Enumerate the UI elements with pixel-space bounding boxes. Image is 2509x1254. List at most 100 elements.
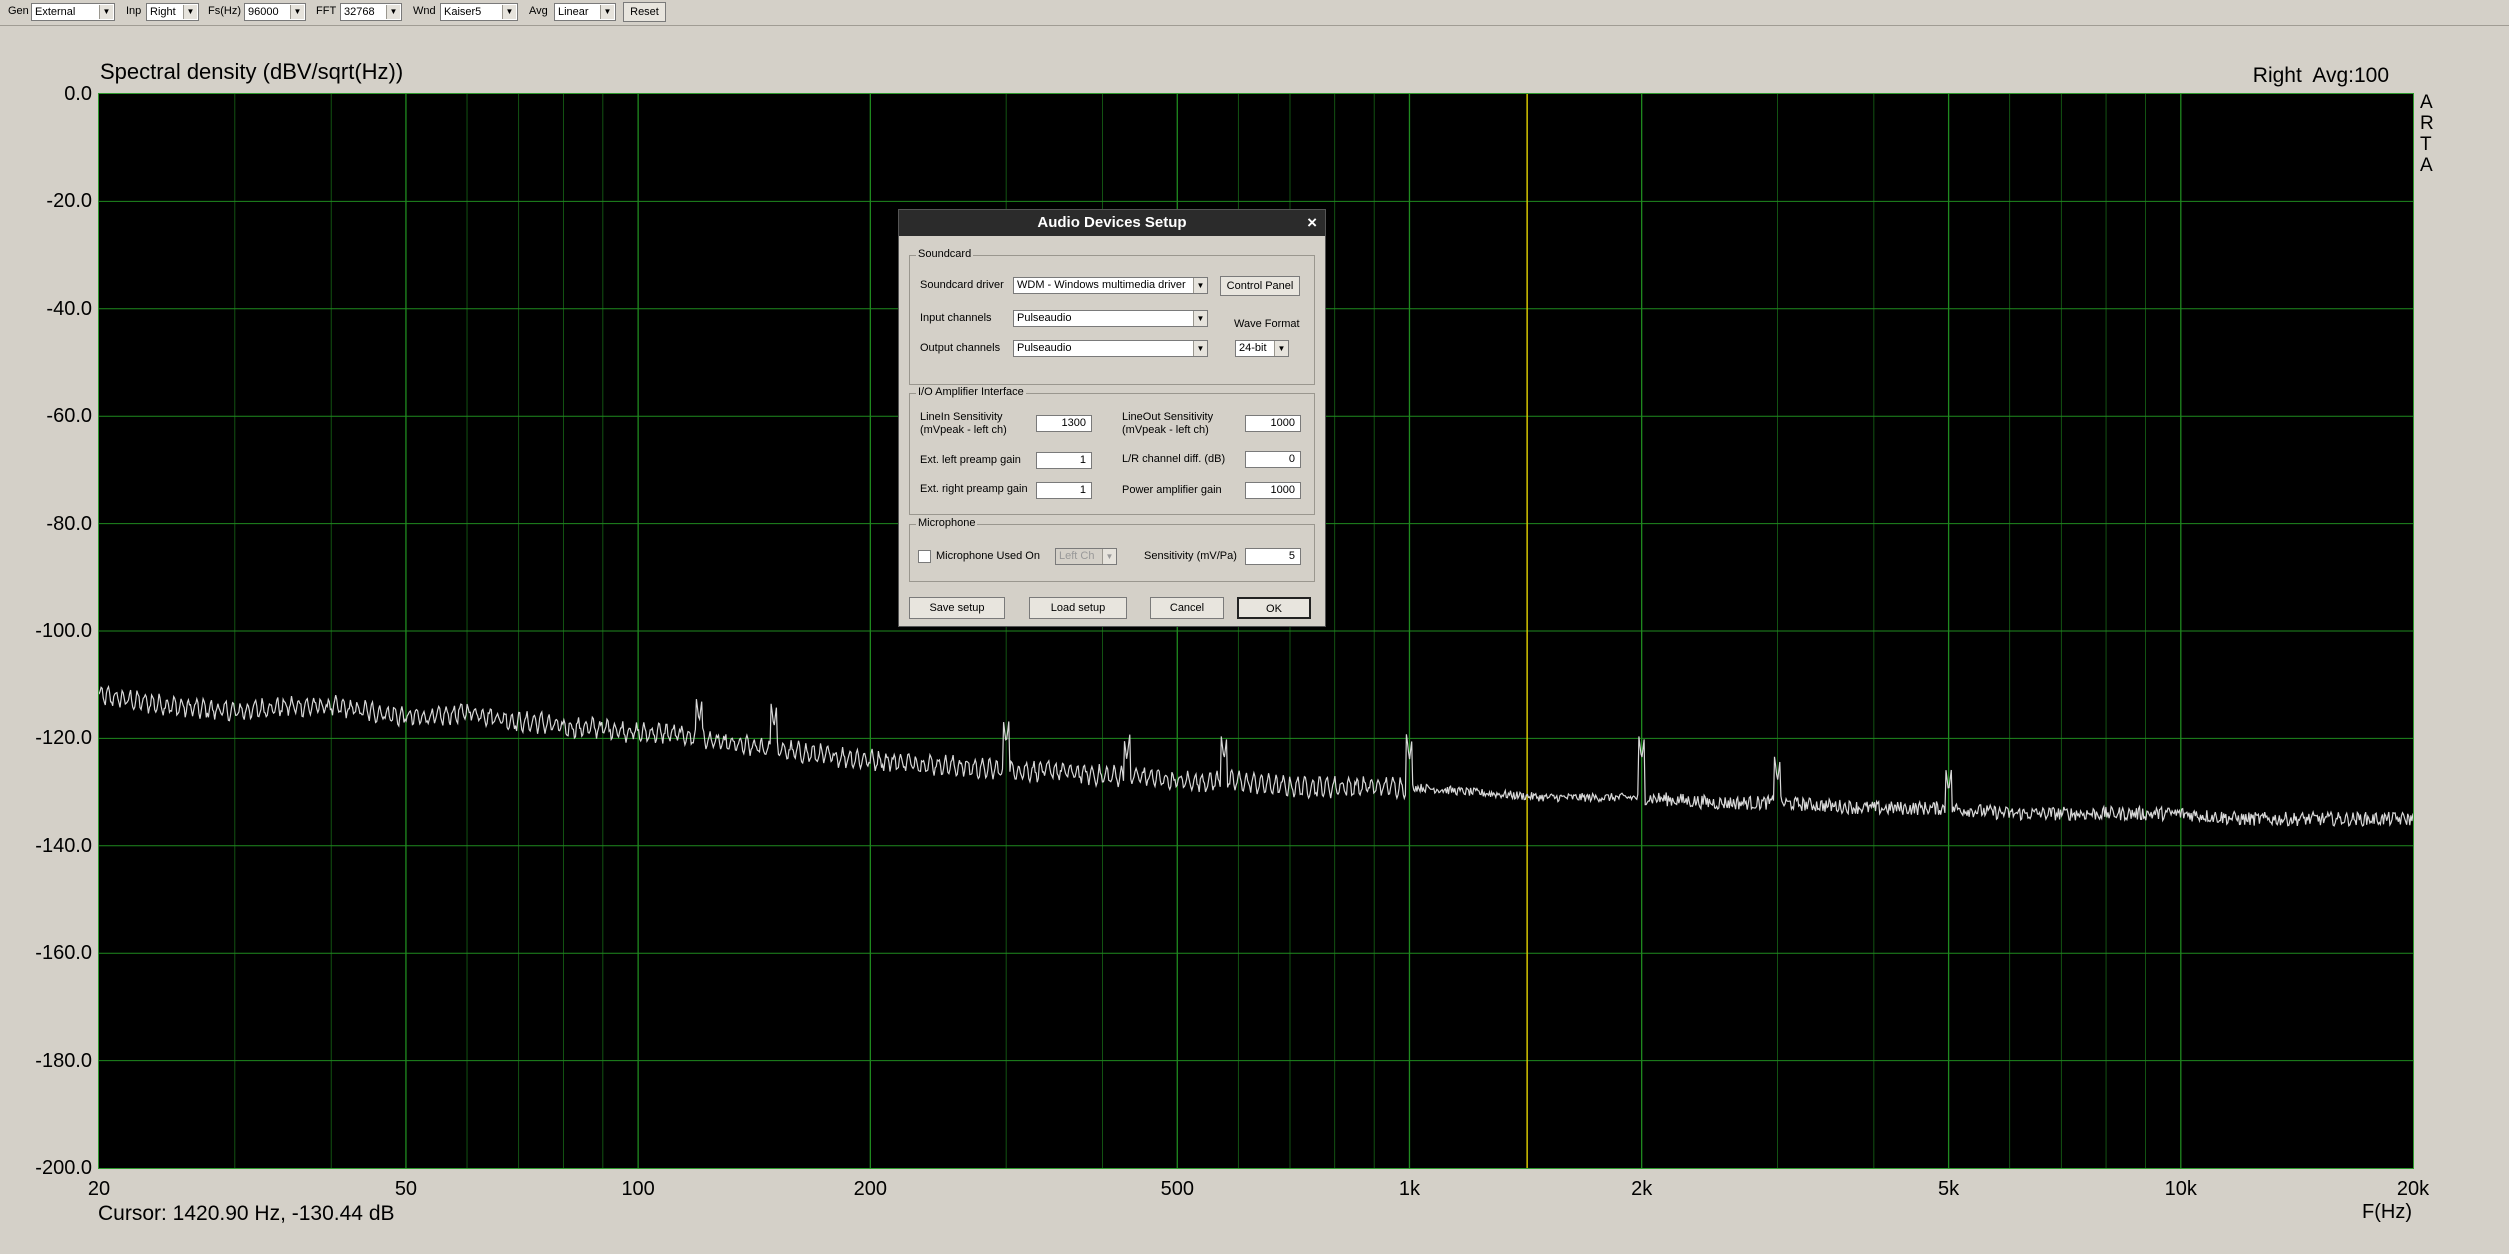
y-tick-label: -200.0 xyxy=(35,1157,92,1179)
soundcard-driver-select[interactable]: WDM - Windows multimedia driver ▼ xyxy=(1013,277,1208,294)
avg-label: Avg xyxy=(529,5,548,17)
ext-left-gain-field[interactable]: 1 xyxy=(1036,452,1092,469)
dialog-title: Audio Devices Setup xyxy=(1037,214,1187,231)
microphone-used-checkbox[interactable] xyxy=(918,550,931,563)
chevron-down-icon: ▼ xyxy=(1274,341,1288,356)
linein-label-line1: LineIn Sensitivity xyxy=(920,411,1003,423)
ext-left-gain-label: Ext. left preamp gain xyxy=(920,454,1021,466)
x-tick-label: 100 xyxy=(621,1178,655,1200)
arta-letter: A xyxy=(2420,92,2433,113)
chevron-down-icon: ▼ xyxy=(99,5,113,19)
y-tick-label: -180.0 xyxy=(35,1049,92,1072)
power-amp-gain-label: Power amplifier gain xyxy=(1122,484,1222,496)
fs-select-value: 96000 xyxy=(248,6,279,18)
x-tick-label: 50 xyxy=(394,1178,418,1200)
gen-label: Gen xyxy=(8,5,29,17)
lineout-label-line1: LineOut Sensitivity xyxy=(1122,411,1214,423)
mic-sensitivity-field[interactable]: 5 xyxy=(1245,548,1301,565)
cursor-readout: Cursor: 1420.90 Hz, -130.44 dB xyxy=(98,1202,395,1225)
power-amp-gain-field[interactable]: 1000 xyxy=(1245,482,1301,499)
soundcard-driver-label: Soundcard driver xyxy=(920,279,1004,291)
audio-devices-setup-dialog: Audio Devices Setup × Soundcard Soundcard… xyxy=(898,209,1326,627)
dialog-title-bar: Audio Devices Setup × xyxy=(899,210,1325,236)
ext-right-gain-field[interactable]: 1 xyxy=(1036,482,1092,499)
chart-title: Spectral density (dBV/sqrt(Hz)) xyxy=(100,59,404,84)
y-tick-label: -20.0 xyxy=(46,190,92,213)
wave-format-select[interactable]: 24-bit ▼ xyxy=(1235,340,1289,357)
x-tick-label: 200 xyxy=(853,1178,888,1200)
microphone-used-label: Microphone Used On xyxy=(936,550,1040,562)
control-panel-button[interactable]: Control Panel xyxy=(1220,276,1300,296)
x-tick-label: 500 xyxy=(1160,1178,1194,1200)
y-tick-label: -40.0 xyxy=(46,297,92,320)
microphone-group: Microphone Microphone Used On Left Ch ▼ S… xyxy=(909,517,1315,582)
y-tick-label: -160.0 xyxy=(35,942,92,965)
wnd-label: Wnd xyxy=(413,5,436,17)
gen-select-value: External xyxy=(35,6,76,18)
arta-logo: ARTA xyxy=(2420,92,2434,176)
y-tick-label: 0.0 xyxy=(64,83,92,105)
chevron-down-icon: ▼ xyxy=(386,5,400,19)
chevron-down-icon: ▼ xyxy=(1193,278,1207,293)
soundcard-group: Soundcard Soundcard driver WDM - Windows… xyxy=(909,248,1315,385)
io-group-title: I/O Amplifier Interface xyxy=(916,386,1026,398)
chevron-down-icon: ▼ xyxy=(600,5,614,19)
fft-label: FFT xyxy=(316,5,337,17)
fs-label: Fs(Hz) xyxy=(208,5,241,17)
ok-button[interactable]: OK xyxy=(1237,597,1311,619)
linein-label-line2: (mVpeak - left ch) xyxy=(920,424,1007,436)
ext-right-gain-label: Ext. right preamp gain xyxy=(920,483,1028,495)
input-channels-value: Pulseaudio xyxy=(1017,312,1072,324)
arta-letter: A xyxy=(2420,155,2433,176)
microphone-channel-select[interactable]: Left Ch ▼ xyxy=(1055,548,1117,565)
gen-select[interactable]: External ▼ xyxy=(31,3,115,21)
input-channels-select[interactable]: Pulseaudio ▼ xyxy=(1013,310,1208,327)
arta-letter: T xyxy=(2420,134,2432,155)
chevron-down-icon: ▼ xyxy=(183,5,197,19)
x-tick-label: 5k xyxy=(1938,1178,1960,1200)
cancel-button[interactable]: Cancel xyxy=(1150,597,1224,619)
chevron-down-icon: ▼ xyxy=(1193,341,1207,356)
wnd-select[interactable]: Kaiser5 ▼ xyxy=(440,3,518,21)
microphone-group-title: Microphone xyxy=(916,517,978,529)
y-tick-label: -100.0 xyxy=(35,620,92,642)
lr-diff-field[interactable]: 0 xyxy=(1245,451,1301,468)
avg-select-value: Linear xyxy=(558,6,589,18)
spectrum-trace xyxy=(99,684,2413,828)
inp-label: Inp xyxy=(126,5,142,17)
save-setup-button[interactable]: Save setup xyxy=(909,597,1005,619)
y-tick-label: -60.0 xyxy=(46,405,92,428)
microphone-channel-value: Left Ch xyxy=(1059,550,1095,562)
x-tick-label: 2k xyxy=(1631,1178,1653,1200)
y-tick-label: -120.0 xyxy=(35,727,92,750)
lr-diff-label: L/R channel diff. (dB) xyxy=(1122,453,1226,465)
linein-sensitivity-field[interactable]: 1300 xyxy=(1036,415,1092,432)
y-tick-label: -140.0 xyxy=(35,834,92,857)
load-setup-button[interactable]: Load setup xyxy=(1029,597,1127,619)
avg-select[interactable]: Linear ▼ xyxy=(554,3,616,21)
output-channels-select[interactable]: Pulseaudio ▼ xyxy=(1013,340,1208,357)
x-axis-title: F(Hz) xyxy=(2362,1201,2412,1223)
x-tick-label: 20k xyxy=(2396,1178,2430,1200)
reset-button[interactable]: Reset xyxy=(623,2,666,22)
soundcard-group-title: Soundcard xyxy=(916,248,974,260)
chevron-down-icon: ▼ xyxy=(290,5,304,19)
mic-sensitivity-label: Sensitivity (mV/Pa) xyxy=(1144,550,1237,562)
arta-letter: R xyxy=(2420,113,2434,134)
inp-select[interactable]: Right ▼ xyxy=(146,3,199,21)
toolbar: Gen External ▼ Inp Right ▼ Fs(Hz) 96000 ▼ F… xyxy=(0,0,2509,26)
fft-select-value: 32768 xyxy=(344,6,375,18)
chevron-down-icon: ▼ xyxy=(502,5,516,19)
close-icon[interactable]: × xyxy=(1307,210,1317,236)
fs-select[interactable]: 96000 ▼ xyxy=(244,3,306,21)
x-tick-label: 1k xyxy=(1398,1178,1421,1200)
inp-select-value: Right xyxy=(150,6,176,18)
output-channels-value: Pulseaudio xyxy=(1017,342,1072,354)
io-amplifier-group: I/O Amplifier Interface LineIn Sensitivi… xyxy=(909,386,1315,515)
chevron-down-icon: ▼ xyxy=(1193,311,1207,326)
wave-format-value: 24-bit xyxy=(1239,342,1267,354)
wave-format-label: Wave Format xyxy=(1234,318,1300,330)
y-tick-label: -80.0 xyxy=(46,512,92,535)
lineout-sensitivity-field[interactable]: 1000 xyxy=(1245,415,1301,432)
fft-select[interactable]: 32768 ▼ xyxy=(340,3,402,21)
